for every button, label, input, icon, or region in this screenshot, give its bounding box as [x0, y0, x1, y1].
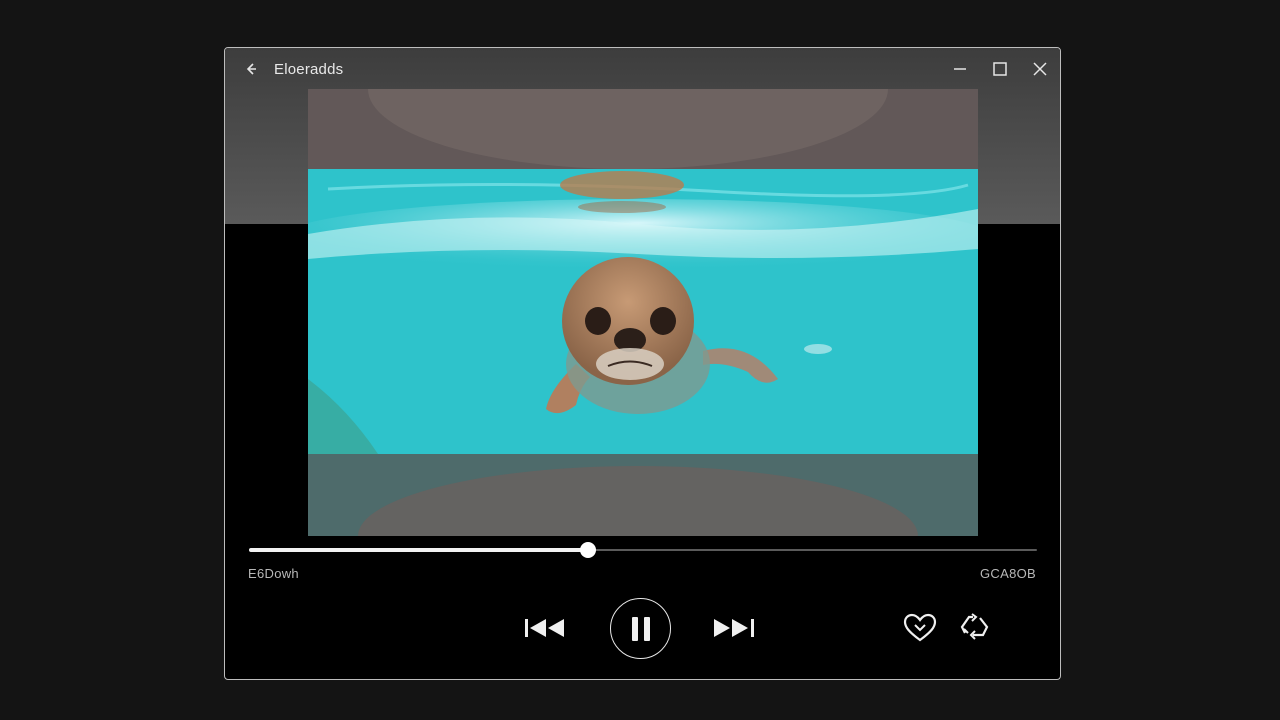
next-button[interactable]	[709, 610, 757, 646]
repeat-icon	[960, 613, 989, 640]
skip-previous-icon	[525, 619, 564, 637]
repeat-button[interactable]	[956, 610, 994, 646]
heart-icon	[903, 613, 937, 642]
back-arrow-icon	[246, 63, 256, 75]
seek-thumb[interactable]	[579, 542, 596, 558]
video-scene	[308, 89, 978, 536]
total-time: GCA8OB	[980, 566, 1036, 581]
playback-controls	[225, 596, 1060, 660]
window-title: Eloeradds	[274, 60, 344, 78]
pause-icon	[631, 616, 650, 641]
close-icon	[1033, 62, 1047, 76]
title-bar: Eloeradds	[225, 48, 1060, 90]
video-frame[interactable]	[308, 89, 978, 536]
seek-fill	[249, 548, 588, 552]
back-button[interactable]	[237, 55, 265, 83]
maximize-button[interactable]	[980, 48, 1020, 90]
window-controls	[940, 48, 1060, 90]
close-button[interactable]	[1020, 48, 1060, 90]
elapsed-time: E6Dowh	[248, 566, 299, 581]
like-button[interactable]	[901, 610, 939, 646]
minimize-button[interactable]	[940, 48, 980, 90]
media-player-window: Eloeradds E6Dowh GCA8OB	[224, 47, 1061, 680]
previous-button[interactable]	[523, 610, 571, 646]
seek-bar[interactable]	[249, 542, 1037, 558]
maximize-icon	[993, 62, 1007, 76]
minimize-icon	[954, 68, 966, 70]
pause-button[interactable]	[610, 598, 671, 659]
skip-next-icon	[714, 619, 754, 637]
